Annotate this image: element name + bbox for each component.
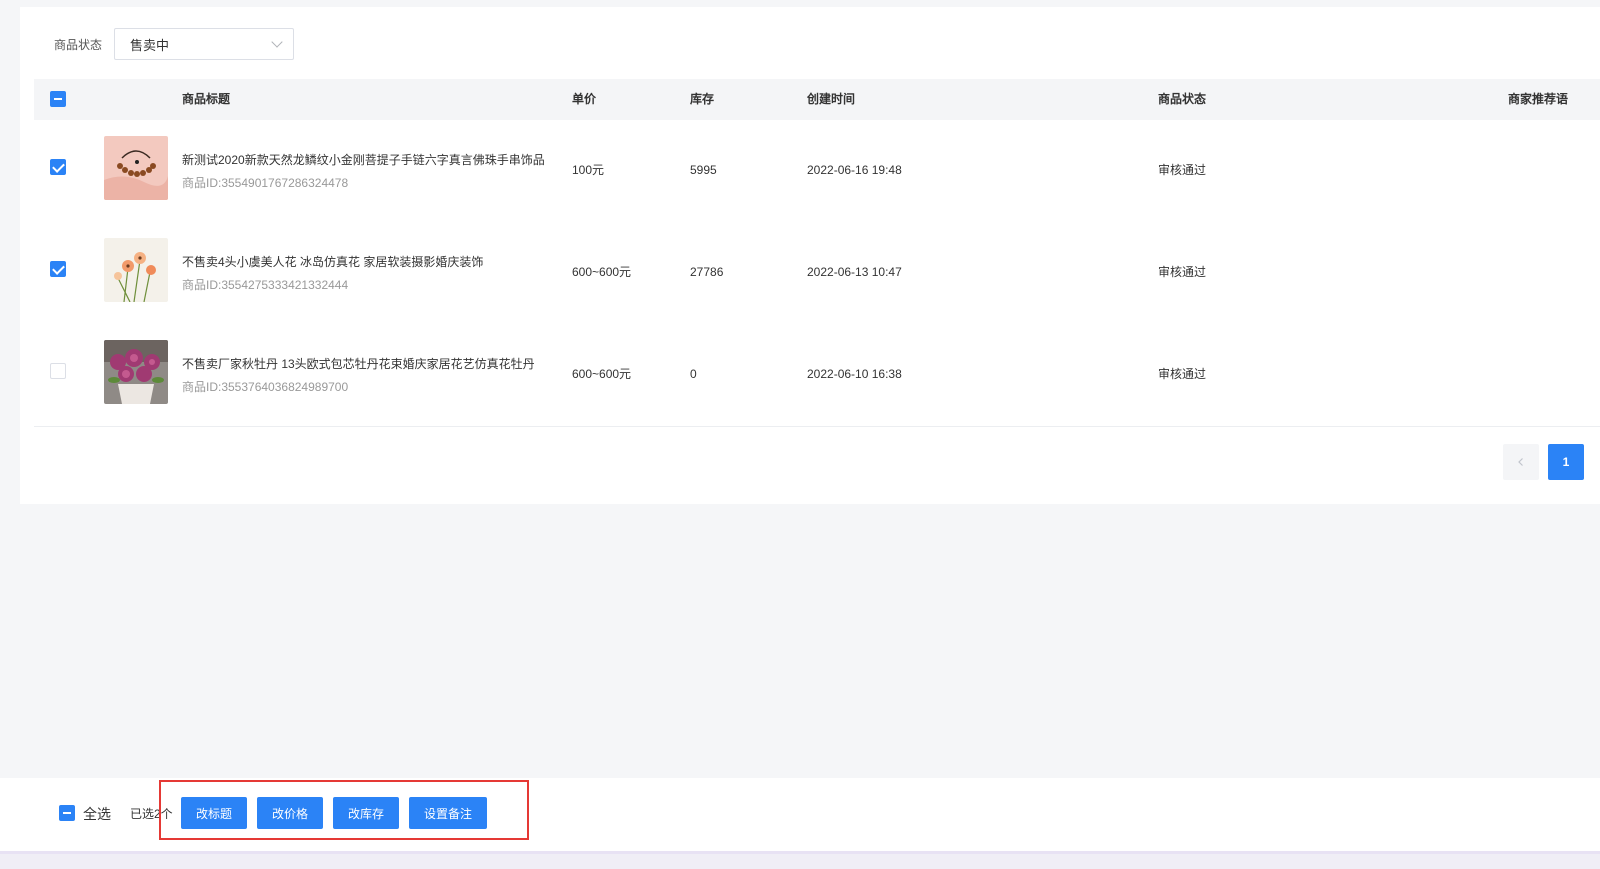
- highlight-box: [159, 780, 529, 840]
- column-header-title: 商品标题: [182, 92, 231, 106]
- product-price: 600~600元: [572, 367, 632, 381]
- column-header-stock: 库存: [690, 92, 715, 106]
- column-header-recommend: 商家推荐语: [1508, 92, 1569, 106]
- product-id: 商品ID:3554901767286324478: [182, 176, 349, 190]
- status-filter-label: 商品状态: [54, 37, 103, 52]
- product-status: 审核通过: [1158, 163, 1207, 177]
- chevron-left-icon: [1518, 458, 1523, 466]
- product-title[interactable]: 新测试2020新款天然龙鳞纹小金刚菩提子手链六字真言佛珠手串饰品: [182, 151, 545, 168]
- product-price: 600~600元: [572, 265, 632, 279]
- column-header-status: 商品状态: [1158, 92, 1207, 106]
- status-select[interactable]: 售卖中: [114, 28, 294, 60]
- header-select-all-checkbox[interactable]: [50, 91, 66, 107]
- table-row: 新测试2020新款天然龙鳞纹小金刚菩提子手链六字真言佛珠手串饰品 商品ID:35…: [34, 120, 1600, 223]
- product-created: 2022-06-13 10:47: [807, 265, 902, 279]
- product-title[interactable]: 不售卖厂家秋牡丹 13头欧式包芯牡丹花束婚庆家居花艺仿真花牡丹: [182, 355, 535, 372]
- footer-select-all-checkbox[interactable]: [59, 805, 75, 821]
- bottom-strip: [0, 851, 1600, 869]
- product-id: 商品ID:3554275333421332444: [182, 278, 349, 292]
- table-row: 不售卖4头小虞美人花 冰岛仿真花 家居软装摄影婚庆装饰 商品ID:3554275…: [34, 222, 1600, 325]
- product-thumbnail: [104, 136, 168, 200]
- column-header-created: 创建时间: [807, 92, 856, 106]
- product-price: 100元: [572, 163, 605, 177]
- product-status: 审核通过: [1158, 265, 1207, 279]
- chevron-down-icon: [271, 36, 283, 48]
- select-all-label[interactable]: 全选: [83, 804, 111, 824]
- column-header-price: 单价: [572, 92, 597, 106]
- status-filter: 商品状态 售卖中: [54, 28, 294, 60]
- product-thumbnail: [104, 238, 168, 302]
- row-checkbox[interactable]: [50, 159, 66, 175]
- product-id: 商品ID:3553764036824989700: [182, 380, 349, 394]
- pagination-page-1[interactable]: 1: [1548, 444, 1584, 480]
- product-stock: 0: [690, 367, 697, 381]
- table-header: 商品标题 单价 库存 创建时间 商品状态 商家推荐语: [34, 79, 1600, 120]
- product-created: 2022-06-10 16:38: [807, 367, 902, 381]
- row-checkbox[interactable]: [50, 261, 66, 277]
- table-row: 不售卖厂家秋牡丹 13头欧式包芯牡丹花束婚庆家居花艺仿真花牡丹 商品ID:355…: [34, 324, 1600, 427]
- pagination-prev-button[interactable]: [1503, 444, 1539, 480]
- product-stock: 27786: [690, 265, 724, 279]
- product-thumbnail: [104, 340, 168, 404]
- row-checkbox[interactable]: [50, 363, 66, 379]
- product-stock: 5995: [690, 163, 717, 177]
- batch-action-bar: 全选 已选2个 改标题 改价格 改库存 设置备注: [0, 778, 1600, 851]
- product-created: 2022-06-16 19:48: [807, 163, 902, 177]
- status-select-value: 售卖中: [130, 37, 170, 53]
- product-title[interactable]: 不售卖4头小虞美人花 冰岛仿真花 家居软装摄影婚庆装饰: [182, 253, 483, 270]
- product-status: 审核通过: [1158, 367, 1207, 381]
